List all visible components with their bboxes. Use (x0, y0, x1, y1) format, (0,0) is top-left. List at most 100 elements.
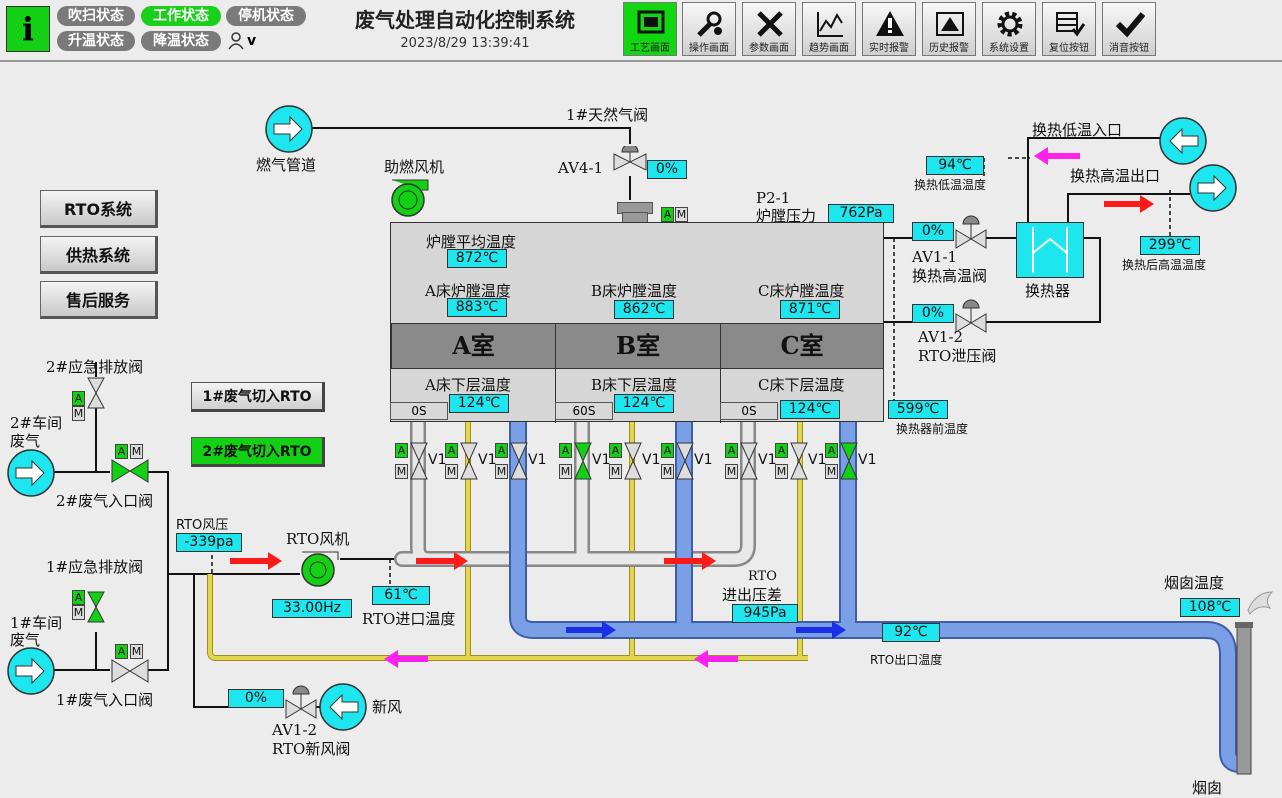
hx-after-value: 299℃ (1140, 236, 1200, 255)
hx-low-temp-value: 94℃ (926, 156, 984, 175)
burner-fan-label: 助燃风机 (384, 158, 445, 176)
burner-auto[interactable]: A (661, 207, 674, 222)
bed5-manual[interactable]: M (609, 464, 622, 479)
bed7-manual[interactable]: M (725, 464, 738, 479)
rto-system-button[interactable]: RTO系统 (40, 190, 158, 228)
info-icon[interactable]: i (6, 6, 50, 52)
bed-valve-5[interactable] (624, 442, 642, 480)
emergency1-manual[interactable]: M (72, 605, 85, 620)
bed3-label: V1 (528, 452, 547, 468)
state-cooling: 降温状态 (141, 31, 221, 51)
bed4-manual[interactable]: M (559, 464, 572, 479)
bed7-auto[interactable]: A (725, 443, 738, 458)
state-heating: 升温状态 (57, 31, 135, 51)
rto-fan-icon[interactable] (298, 548, 344, 588)
b-temp-value: 862℃ (614, 300, 674, 319)
rto-wind-pressure-value: -339pa (176, 533, 242, 552)
toolbar-process-screen[interactable]: 工艺画面 (623, 2, 677, 56)
bed2-auto[interactable]: A (445, 443, 458, 458)
toolbar-history-alarm[interactable]: 历史报警 (922, 2, 976, 56)
inlet2-auto[interactable]: A (115, 444, 128, 459)
inlet2-manual[interactable]: M (130, 444, 143, 459)
emergency2-auto[interactable]: A (72, 391, 85, 406)
toolbar-trend-screen[interactable]: 趋势画面 (802, 2, 856, 56)
fresh-air-arrow-icon (319, 683, 367, 731)
bed1-auto[interactable]: A (395, 443, 408, 458)
bed8-auto[interactable]: A (775, 443, 788, 458)
inlet1-manual[interactable]: M (130, 644, 143, 659)
bed9-auto[interactable]: A (825, 443, 838, 458)
emergency1-valve-icon[interactable] (86, 590, 106, 624)
av11-name: 换热高温阀 (912, 267, 988, 285)
workshop1-arrow-icon (7, 647, 55, 695)
bed5-auto[interactable]: A (609, 443, 622, 458)
switch-1-to-rto-button[interactable]: 1#废气切入RTO (191, 382, 325, 412)
switch-2-to-rto-button[interactable]: 2#废气切入RTO (191, 437, 325, 467)
after-sales-button[interactable]: 售后服务 (40, 281, 158, 319)
toolbar-label: 实时报警 (869, 43, 909, 54)
bed-valve-1[interactable] (410, 442, 428, 480)
inlet1-valve-icon[interactable] (110, 658, 150, 684)
hx-after-label: 换热后高温温度 (1122, 258, 1207, 272)
a-lower-value: 124℃ (449, 394, 509, 413)
bed8-label: V1 (808, 452, 827, 468)
checkmark-icon (1115, 12, 1145, 38)
a-lower-label: A床下层温度 (425, 376, 511, 394)
emergency1-auto[interactable]: A (72, 590, 85, 605)
bed-valve-8[interactable] (790, 442, 808, 480)
toolbar-label: 系统设置 (989, 43, 1029, 54)
user-icon[interactable] (228, 32, 244, 50)
bed3-auto[interactable]: A (495, 443, 508, 458)
hx-high-outlet-arrow-icon (1189, 164, 1237, 212)
hx-low-inlet-arrow-icon (1159, 117, 1207, 165)
bed-valve-6[interactable] (676, 442, 694, 480)
bed1-manual[interactable]: M (395, 464, 408, 479)
toolbar-operation-screen[interactable]: 操作画面 (682, 2, 736, 56)
c-temp-label: C床炉膛温度 (758, 282, 845, 300)
user-name: v (247, 33, 257, 49)
toolbar-realtime-alarm[interactable]: 实时报警 (862, 2, 916, 56)
av41-label: AV4-1 (558, 159, 604, 177)
bed-valve-7[interactable] (740, 442, 758, 480)
av11-valve-icon[interactable] (954, 212, 988, 252)
bed4-auto[interactable]: A (559, 443, 572, 458)
rto-wind-pressure-label: RTO风压 (176, 518, 229, 533)
trend-chart-icon (817, 12, 843, 37)
inlet1-auto[interactable]: A (115, 644, 128, 659)
bed-valve-3[interactable] (510, 442, 528, 480)
av12b-valve-icon[interactable] (284, 682, 318, 722)
toolbar-parameter-screen[interactable]: 参数画面 (742, 2, 796, 56)
bed9-manual[interactable]: M (825, 464, 838, 479)
rto-outlet-temp-value: 92℃ (882, 623, 940, 642)
bed6-manual[interactable]: M (661, 464, 674, 479)
toolbar-label: 复位按钮 (1049, 43, 1089, 54)
emergency2-valve-icon[interactable] (86, 376, 106, 410)
burner-manual[interactable]: M (675, 207, 688, 222)
burner-fan-icon[interactable] (388, 176, 436, 218)
bed2-manual[interactable]: M (445, 464, 458, 479)
toolbar-label: 操作画面 (689, 43, 729, 54)
bed8-manual[interactable]: M (775, 464, 788, 479)
bed-valve-4[interactable] (574, 442, 592, 480)
wrench-gear-icon (697, 11, 722, 37)
av12a-label: AV1-2 (918, 328, 964, 346)
inlet2-valve-icon[interactable] (110, 458, 150, 484)
toolbar-system-settings[interactable]: 系统设置 (982, 2, 1036, 56)
toolbar-reset-button[interactable]: 复位按钮 (1042, 2, 1096, 56)
heating-system-button[interactable]: 供热系统 (40, 236, 158, 274)
bed5-label: V1 (642, 452, 661, 468)
bed6-auto[interactable]: A (661, 443, 674, 458)
av41-valve-icon[interactable] (612, 146, 648, 180)
bed-valve-2[interactable] (460, 442, 478, 480)
furnace-pressure-value: 762Pa (828, 204, 894, 223)
bed-valve-9[interactable] (840, 442, 858, 480)
furnace-avg-temp-value: 872℃ (447, 249, 507, 268)
heat-exchanger[interactable] (1016, 222, 1084, 278)
b-lower-label: B床下层温度 (591, 376, 678, 394)
inlet2-label: 2#废气入口阀 (56, 492, 154, 510)
toolbar-silence-button[interactable]: 消音按钮 (1102, 2, 1156, 56)
tools-icon (757, 11, 783, 37)
hx-label: 换热器 (1025, 282, 1071, 300)
bed3-manual[interactable]: M (495, 464, 508, 479)
emergency2-manual[interactable]: M (72, 406, 85, 421)
